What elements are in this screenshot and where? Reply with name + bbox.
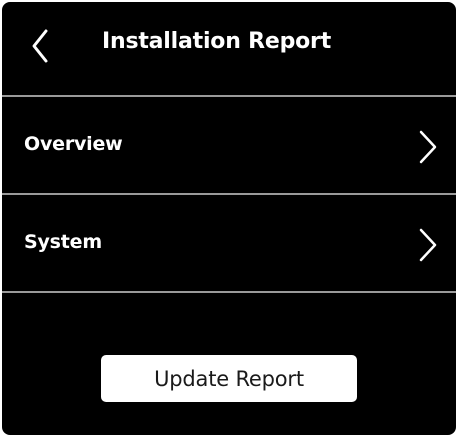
menu-item-label: System [24, 231, 102, 253]
app-screen: Installation Report Overview System Upda… [2, 2, 456, 435]
chevron-right-icon [419, 228, 437, 262]
page-title: Installation Report [102, 29, 332, 54]
menu-item-overview[interactable]: Overview [2, 97, 456, 193]
menu-item-system[interactable]: System [2, 195, 456, 291]
back-button[interactable] [26, 26, 58, 66]
menu-item-label: Overview [24, 133, 123, 155]
header-bar: Installation Report [2, 2, 456, 95]
chevron-right-icon [419, 130, 437, 164]
update-report-button[interactable]: Update Report [101, 355, 357, 402]
divider [2, 291, 456, 293]
chevron-left-icon [32, 29, 48, 63]
